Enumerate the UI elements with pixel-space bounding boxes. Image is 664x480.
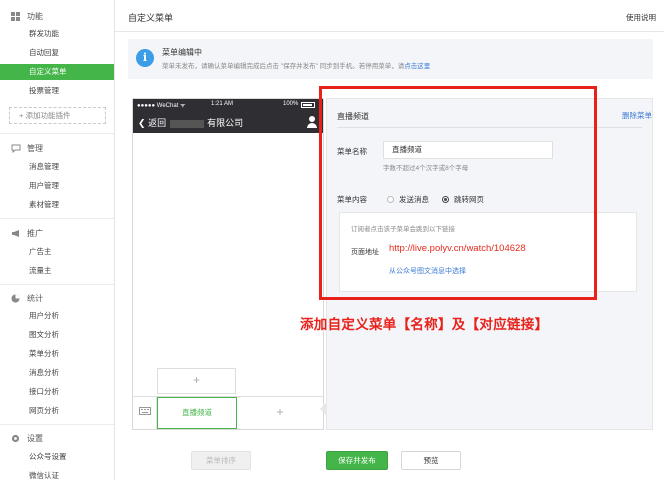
preview-button[interactable]: 预览 (401, 451, 461, 470)
info-icon: i (136, 49, 154, 67)
megaphone-icon (10, 228, 21, 239)
phone-status-bar: ●●●●● WeChat ᯤ 1:21 AM 100% (133, 99, 323, 111)
save-publish-button[interactable]: 保存并发布 (326, 451, 388, 470)
chat-bubble-icon (10, 143, 21, 154)
phone-preview: ●●●●● WeChat ᯤ 1:21 AM 100% ❮ 返回 有限公司 + … (132, 98, 324, 430)
sidebar-section-function: 功能 (10, 9, 43, 23)
phone-menu-bar: 直播频道 + (133, 396, 323, 429)
annotation-text: 添加自定义菜单【名称】及【对应链接】 (300, 317, 549, 332)
battery-icon (301, 102, 315, 108)
sidebar-item-web-analysis[interactable]: 网页分析 (0, 403, 114, 419)
divider (0, 284, 114, 285)
user-icon (307, 116, 317, 128)
sidebar-section-stats: 统计 (10, 291, 43, 305)
sidebar-item-account-settings[interactable]: 公众号设置 (0, 449, 114, 465)
battery-percent: 100% (283, 101, 299, 107)
help-link[interactable]: 使用说明 (626, 12, 656, 23)
divider (0, 218, 114, 219)
notice-title: 菜单编辑中 (162, 48, 202, 57)
sidebar-item-verification[interactable]: 微信认证 (0, 468, 114, 480)
sidebar-item-message-analysis[interactable]: 消息分析 (0, 365, 114, 381)
sidebar-item-auto-reply[interactable]: 自动回复 (0, 45, 114, 61)
gear-icon (10, 433, 21, 444)
annotation-highlight-box (319, 86, 597, 300)
delete-menu-link[interactable]: 删除菜单 (622, 110, 652, 121)
sidebar-section-manage: 管理 (10, 141, 43, 155)
pie-chart-icon (10, 293, 21, 304)
sidebar-section-promote: 推广 (10, 226, 43, 240)
sort-menu-button[interactable]: 菜单排序 (191, 451, 251, 470)
sidebar-item-vote[interactable]: 投票管理 (0, 83, 114, 99)
carrier-label: ●●●●● WeChat ᯤ (137, 103, 186, 109)
sidebar-item-users[interactable]: 用户管理 (0, 178, 114, 194)
sidebar-item-api-analysis[interactable]: 接口分析 (0, 384, 114, 400)
sidebar-item-menu-analysis[interactable]: 菜单分析 (0, 346, 114, 362)
blurred-account-name (169, 119, 204, 128)
sidebar-item-custom-menu[interactable]: 自定义菜单 (0, 64, 114, 80)
sidebar-item-messages[interactable]: 消息管理 (0, 159, 114, 175)
phone-nav-bar: ❮ 返回 有限公司 (133, 111, 323, 133)
sidebar-item-traffic[interactable]: 流量主 (0, 263, 114, 279)
status-time: 1:21 AM (211, 101, 234, 107)
sidebar-item-materials[interactable]: 素材管理 (0, 197, 114, 213)
keyboard-icon (133, 397, 157, 429)
sidebar-item-mass-send[interactable]: 群发功能 (0, 26, 114, 42)
phone-chat-area (133, 133, 323, 395)
sidebar-section-settings: 设置 (10, 431, 43, 445)
divider (0, 133, 114, 134)
sidebar: 功能 群发功能 自动回复 自定义菜单 投票管理 + 添加功能插件 管理 消息管理… (0, 0, 115, 480)
page-title: 自定义菜单 (128, 13, 174, 23)
add-submenu-button[interactable]: + (157, 368, 236, 394)
sidebar-item-user-analysis[interactable]: 用户分析 (0, 308, 114, 324)
disable-menu-link[interactable]: 点击这里 (404, 63, 430, 70)
menu-tab-live-channel[interactable]: 直播频道 (157, 397, 237, 429)
add-plugin-button[interactable]: + 添加功能插件 (9, 107, 106, 124)
notice-body: 菜单未发布，请确认菜单编辑完成后点击 "保存并发布" 同步到手机。若停用菜单，请… (162, 63, 431, 70)
grid-icon (10, 11, 21, 22)
sidebar-item-article-analysis[interactable]: 图文分析 (0, 327, 114, 343)
chevron-left-icon: ❮ (138, 118, 146, 128)
page-header: 自定义菜单 使用说明 (115, 0, 664, 32)
add-menu-button[interactable]: + (237, 397, 323, 429)
phone-back-button: ❮ 返回 有限公司 (138, 118, 244, 128)
divider (0, 424, 114, 425)
sidebar-item-advertiser[interactable]: 广告主 (0, 244, 114, 260)
editing-notice: i 菜单编辑中 菜单未发布，请确认菜单编辑完成后点击 "保存并发布" 同步到手机… (128, 39, 653, 79)
